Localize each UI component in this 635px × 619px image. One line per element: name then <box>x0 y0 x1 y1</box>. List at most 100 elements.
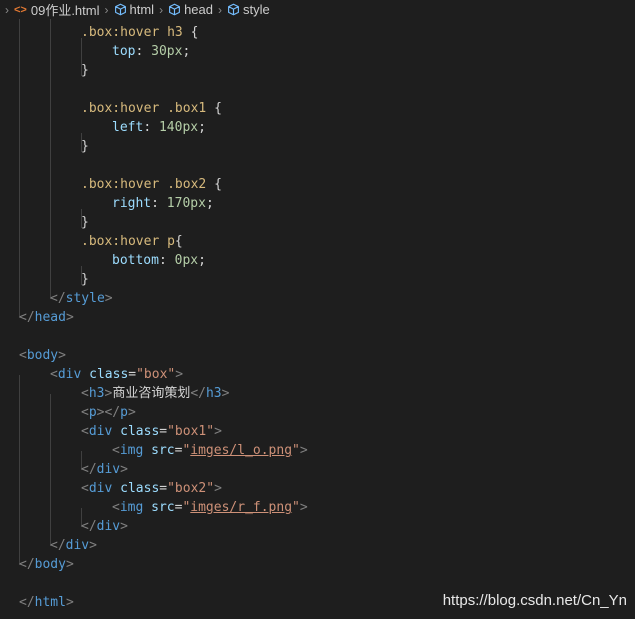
code-token: img <box>119 500 144 515</box>
breadcrumb-item-style[interactable]: style <box>227 2 270 17</box>
code-token: ></ <box>96 405 121 420</box>
code-token: right <box>112 196 152 211</box>
code-line[interactable]: </style> <box>50 289 113 308</box>
code-token: < <box>81 386 89 401</box>
code-token: 170px <box>166 196 206 211</box>
code-token: body <box>26 348 59 363</box>
code-token: div <box>65 538 90 553</box>
indent-guide <box>50 19 51 299</box>
code-token: < <box>81 424 89 439</box>
code-token: : <box>151 196 167 211</box>
code-line[interactable]: <body> <box>19 346 66 365</box>
code-line[interactable]: .box:hover .box2 { <box>81 175 222 194</box>
code-line[interactable]: <p></p> <box>81 403 136 422</box>
code-token: p <box>120 405 128 420</box>
code-line[interactable]: </head> <box>19 308 74 327</box>
code-token: = <box>128 367 137 382</box>
code-token: p <box>88 405 97 420</box>
code-token: } <box>81 63 89 78</box>
code-token: > <box>58 348 66 363</box>
code-token: </ <box>81 519 97 534</box>
code-token: left <box>112 120 144 135</box>
code-token: > <box>120 519 128 534</box>
code-token: < <box>112 443 120 458</box>
code-token: } <box>81 272 89 287</box>
breadcrumb: › <> 09作业.html › html › head › style <box>0 0 635 19</box>
breadcrumb-file-label: 09作业.html <box>30 3 100 18</box>
breadcrumb-item-html[interactable]: html <box>114 2 154 17</box>
code-token: ; <box>182 44 191 59</box>
code-line[interactable]: .box:hover p{ <box>81 232 183 251</box>
code-token: top <box>112 44 136 59</box>
code-token: html <box>34 595 66 610</box>
code-line[interactable]: </div> <box>50 536 97 555</box>
code-line[interactable]: } <box>81 270 89 289</box>
code-token: > <box>214 424 222 439</box>
code-line[interactable]: </div> <box>81 517 128 536</box>
code-line[interactable]: .box:hover .box1 { <box>81 99 222 118</box>
code-token: div <box>88 424 113 439</box>
chevron-right-icon: › <box>159 2 164 17</box>
indent-guide <box>19 375 20 565</box>
code-token: 30px <box>151 44 183 59</box>
code-line[interactable]: </body> <box>19 555 74 574</box>
breadcrumb-item-label: head <box>184 2 213 17</box>
code-token: : <box>135 44 152 59</box>
watermark: https://blog.csdn.net/Cn_Yn <box>442 592 627 609</box>
breadcrumb-item-head[interactable]: head <box>168 2 213 17</box>
code-token: 140px <box>158 120 199 135</box>
code-line[interactable]: <div class="box"> <box>50 365 183 384</box>
code-line[interactable]: } <box>81 61 89 80</box>
code-line[interactable]: bottom: 0px; <box>112 251 206 270</box>
code-line[interactable]: <h3>商业咨询策划</h3> <box>81 384 229 403</box>
breadcrumb-item-file[interactable]: <> 09作业.html <box>14 0 100 19</box>
code-line[interactable]: </div> <box>81 460 128 479</box>
code-token: .box:hover h3 <box>81 25 191 40</box>
code-line[interactable]: <div class="box2"> <box>81 479 222 498</box>
code-token: > <box>299 500 308 515</box>
code-token: { <box>214 101 222 116</box>
code-token: < <box>81 481 89 496</box>
code-token: = <box>159 481 168 496</box>
code-line[interactable]: </html> <box>19 593 74 612</box>
code-token: div <box>96 462 121 477</box>
code-token: body <box>34 557 66 572</box>
code-token: : <box>158 253 175 268</box>
code-token: ; <box>198 253 206 268</box>
element-cube-icon <box>228 3 239 16</box>
code-line[interactable]: <img src="imges/l_o.png"> <box>112 441 308 460</box>
code-line[interactable]: } <box>81 137 89 156</box>
code-token: </ <box>190 386 206 401</box>
code-token: head <box>34 310 66 325</box>
code-token: > <box>65 557 74 572</box>
code-editor[interactable]: .box:hover h3 {top: 30px;} .box:hover .bo… <box>0 19 635 619</box>
code-token: bottom <box>112 253 159 268</box>
code-token: > <box>214 481 222 496</box>
code-token: "box" <box>136 367 176 382</box>
code-token: </ <box>50 538 66 553</box>
code-token: > <box>127 405 136 420</box>
code-line[interactable]: <img src="imges/r_f.png"> <box>112 498 308 517</box>
code-token: class <box>120 481 160 496</box>
code-line[interactable]: } <box>81 213 89 232</box>
code-token: </ <box>19 595 35 610</box>
code-line[interactable]: left: 140px; <box>112 118 206 137</box>
code-token: imges/r_f.png <box>190 500 293 515</box>
code-token: < <box>50 367 58 382</box>
code-token: div <box>57 367 82 382</box>
code-line[interactable]: .box:hover h3 { <box>81 23 198 42</box>
code-token: </ <box>19 310 35 325</box>
code-token: imges/l_o.png <box>190 443 293 458</box>
code-line[interactable]: top: 30px; <box>112 42 190 61</box>
code-line[interactable]: right: 170px; <box>112 194 214 213</box>
code-token: > <box>65 595 74 610</box>
code-token: img <box>119 443 144 458</box>
code-line[interactable]: <div class="box1"> <box>81 422 222 441</box>
code-token: > <box>104 291 113 306</box>
chevron-right-icon: › <box>5 2 9 17</box>
